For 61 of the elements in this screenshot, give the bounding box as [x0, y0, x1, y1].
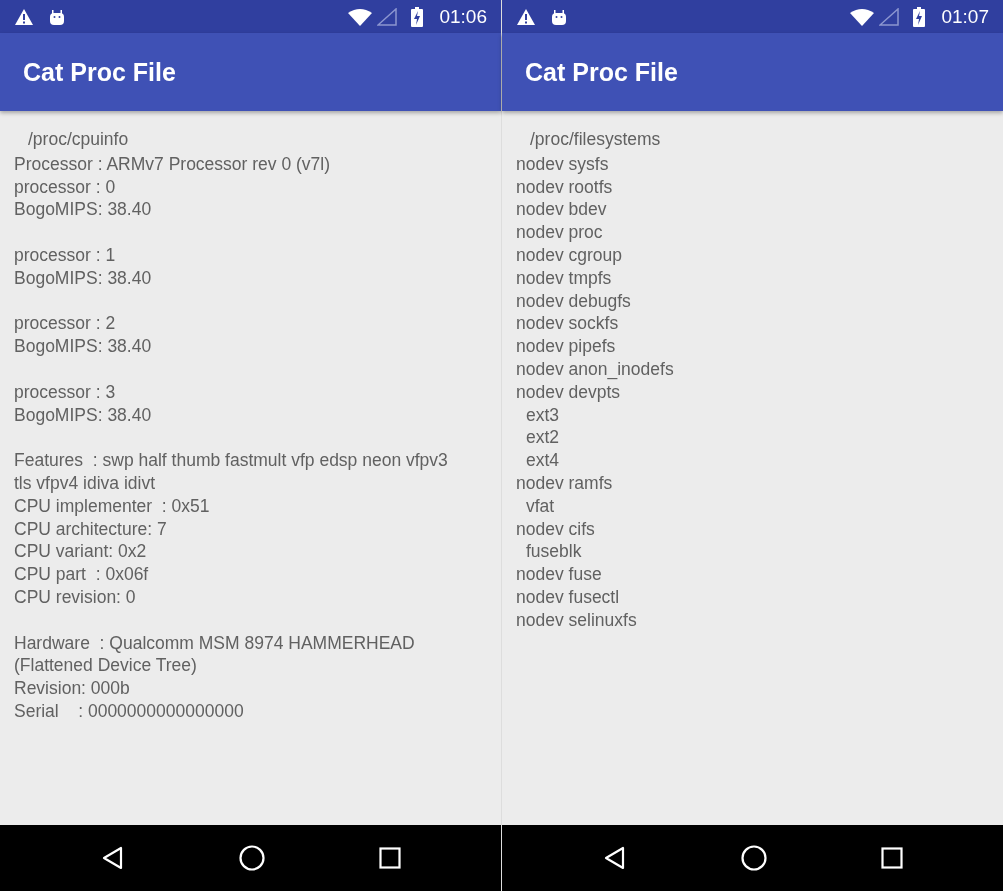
app-title: Cat Proc File: [23, 57, 176, 87]
recents-icon[interactable]: [880, 847, 903, 869]
output-line: nodev fusectl: [516, 585, 620, 609]
output-line: Hardware : Qualcomm MSM 8974 HAMMERHEAD (Flattened Device Tree): [14, 631, 416, 678]
back-icon[interactable]: [100, 846, 125, 870]
output-line: processor : 3: [14, 380, 116, 404]
output-line: ext2: [526, 426, 560, 450]
home-icon[interactable]: [740, 845, 767, 871]
output-line: CPU part : 0x06f: [14, 563, 149, 586]
recents-icon[interactable]: [378, 847, 401, 869]
output-line: nodev debugfs: [516, 289, 631, 313]
output-line: Revision: 000b: [14, 677, 130, 700]
output-line: Features : swp half thumb fastmult vfp edsp neon vfpv3 tls vfpv4 idiva idivt: [14, 449, 449, 495]
output-line: nodev anon_inodefs: [516, 357, 674, 381]
app-title: Cat Proc File: [525, 57, 678, 87]
output-line: processor : 2: [14, 312, 116, 336]
output-line: nodev devpts: [516, 380, 621, 404]
output-line: nodev fuse: [516, 563, 602, 586]
output-line: Serial : 0000000000000000: [14, 699, 244, 723]
output-line: vfat: [526, 494, 555, 518]
output-line: nodev rootfs: [516, 175, 613, 199]
output-line: CPU implementer : 0x51: [14, 494, 210, 518]
output-line: CPU architecture: 7: [14, 517, 167, 541]
output-line: nodev bdev: [516, 198, 607, 222]
clock: 01:06: [439, 5, 487, 28]
output-line: nodev cgroup: [516, 244, 623, 267]
wifi-icon: [849, 7, 876, 26]
output-line: processor : 1: [14, 244, 116, 267]
output-line: nodev selinuxfs: [516, 608, 637, 632]
file-path: /proc/cpuinfo: [27, 128, 130, 151]
output-line: nodev sysfs: [516, 152, 609, 176]
android-icon: [48, 7, 66, 26]
signal-icon: [879, 7, 900, 26]
signal-icon: [377, 7, 398, 26]
output-line: nodev tmpfs: [516, 266, 612, 290]
output-line: nodev cifs: [516, 517, 595, 541]
output-line: nodev proc: [516, 221, 603, 244]
output-line: CPU revision: 0: [14, 585, 136, 609]
battery-charging-icon: [411, 6, 424, 27]
wifi-icon: [347, 7, 374, 26]
back-icon[interactable]: [602, 846, 627, 870]
warning-icon: [516, 7, 536, 26]
output-line: BogoMIPS: 38.40: [14, 403, 152, 427]
output-line: BogoMIPS: 38.40: [14, 198, 152, 222]
output-line: processor : 0: [14, 175, 116, 199]
output-line: nodev pipefs: [516, 335, 616, 358]
output-line: nodev ramfs: [516, 471, 613, 495]
output-line: BogoMIPS: 38.40: [14, 266, 152, 290]
output-line: CPU variant: 0x2: [14, 540, 147, 564]
battery-charging-icon: [913, 6, 926, 27]
home-icon[interactable]: [238, 845, 265, 871]
file-path: /proc/filesystems: [529, 128, 662, 151]
output-line: ext3: [526, 403, 560, 427]
output-line: fuseblk: [526, 540, 582, 564]
output-line: Processor : ARMv7 Processor rev 0 (v7l): [14, 152, 331, 176]
android-icon: [550, 7, 568, 26]
clock: 01:07: [941, 5, 989, 28]
output-line: BogoMIPS: 38.40: [14, 335, 152, 358]
output-line: ext4: [526, 449, 560, 472]
warning-icon: [14, 7, 34, 26]
output-line: nodev sockfs: [516, 312, 619, 336]
